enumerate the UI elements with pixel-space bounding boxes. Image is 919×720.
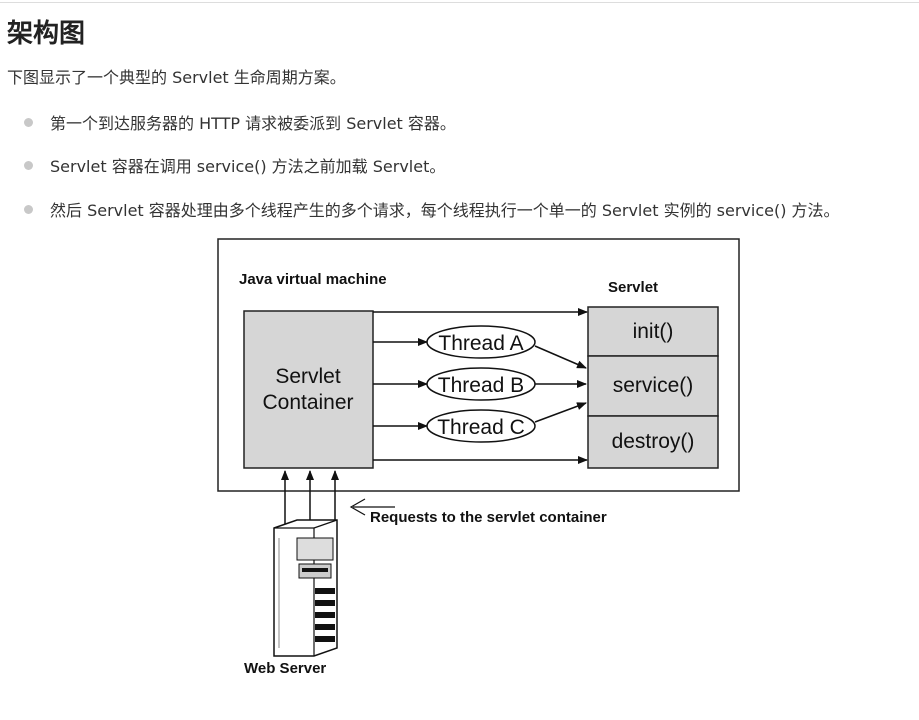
web-server-icon <box>273 519 338 657</box>
container-label-line2: Container <box>262 391 353 414</box>
servlet-label: Servlet <box>608 279 658 296</box>
destroy-method-label: destroy() <box>612 430 695 453</box>
init-method-label: init() <box>633 320 674 343</box>
bullet-dot-icon <box>24 118 33 127</box>
service-method-label: service() <box>613 374 694 397</box>
jvm-label: Java virtual machine <box>239 271 387 288</box>
architecture-diagram: Java virtual machine Servlet Servlet Con… <box>217 238 743 708</box>
container-label-line1: Servlet <box>275 365 341 388</box>
web-server-label: Web Server <box>244 660 326 677</box>
bullet-dot-icon <box>24 205 33 214</box>
top-divider <box>0 2 919 3</box>
servlet-container-box <box>243 310 374 469</box>
intro-text: 下图显示了一个典型的 Servlet 生命周期方案。 <box>7 68 346 87</box>
list-item-text: 然后 Servlet 容器处理由多个线程产生的多个请求，每个线程执行一个单一的 … <box>50 201 840 220</box>
list-item-text: Servlet 容器在调用 service() 方法之前加载 Servlet。 <box>50 157 446 176</box>
requests-label: Requests to the servlet container <box>370 509 607 526</box>
page-title: 架构图 <box>7 19 86 49</box>
thread-b-label: Thread B <box>438 374 524 397</box>
bullet-dot-icon <box>24 161 33 170</box>
thread-c-label: Thread C <box>437 416 525 439</box>
thread-a-label: Thread A <box>438 332 523 355</box>
list-item-text: 第一个到达服务器的 HTTP 请求被委派到 Servlet 容器。 <box>50 114 456 133</box>
